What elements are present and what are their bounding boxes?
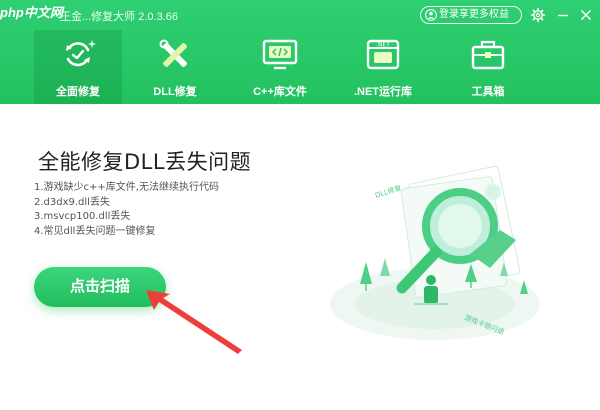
sync-repair-icon	[66, 40, 96, 67]
tab-full-repair[interactable]: 全面修复	[34, 30, 122, 104]
tab-cpp-library[interactable]: C++库文件	[236, 30, 324, 104]
repair-illustration: DLL修复 游戏卡顿闪退	[330, 165, 540, 340]
app-title: 王金...修复大师 2.0.3.66	[60, 11, 178, 23]
tab-toolbox[interactable]: 工具箱	[444, 30, 532, 104]
watermark: php中文网	[0, 5, 63, 20]
svg-text:.NET: .NET	[376, 42, 390, 49]
list-item: 2.d3dx9.dll丢失	[34, 196, 110, 208]
tab-label: C++库文件	[253, 86, 307, 98]
app-header: php中文网 王金...修复大师 2.0.3.66 登录享更多权益 全面修复 D…	[0, 0, 600, 104]
minimize-icon[interactable]	[555, 7, 571, 23]
user-icon	[425, 9, 437, 21]
tab-dll-repair[interactable]: DLL修复	[131, 30, 219, 104]
page-title: 全能修复DLL丢失问题	[38, 150, 252, 174]
login-button[interactable]: 登录享更多权益	[420, 6, 522, 24]
tab-label: DLL修复	[153, 86, 197, 98]
list-item: 4.常见dll丢失问题一键修复	[34, 225, 156, 237]
toolbox-icon	[471, 40, 505, 70]
code-monitor-icon	[262, 39, 298, 70]
list-item: 3.msvcp100.dll丢失	[34, 211, 131, 222]
tab-label: 全面修复	[56, 86, 100, 98]
tab-dotnet-runtime[interactable]: .NET .NET运行库	[339, 30, 427, 104]
tab-label: 工具箱	[471, 86, 505, 98]
main-nav: 全面修复 DLL修复 C++库文件 .NET .NET运行库 工具箱	[0, 30, 600, 104]
red-annotation-arrow	[146, 290, 242, 354]
dll-tools-icon	[159, 39, 187, 67]
issue-list: 1.游戏缺少c++库文件,无法继续执行代码 2.d3dx9.dll丢失 3.ms…	[34, 181, 219, 239]
tab-label: .NET运行库	[353, 86, 413, 98]
title-bar: php中文网 王金...修复大师 2.0.3.66 登录享更多权益	[0, 0, 600, 30]
list-item: 1.游戏缺少c++库文件,无法继续执行代码	[34, 182, 219, 193]
close-icon[interactable]	[578, 7, 594, 23]
dll-repair-tag: DLL修复	[374, 183, 403, 200]
login-label: 登录享更多权益	[439, 9, 509, 20]
settings-gear-icon[interactable]	[530, 7, 546, 23]
main-content: 全能修复DLL丢失问题 1.游戏缺少c++库文件,无法继续执行代码 2.d3dx…	[0, 104, 600, 410]
dotnet-window-icon: .NET	[366, 39, 400, 70]
